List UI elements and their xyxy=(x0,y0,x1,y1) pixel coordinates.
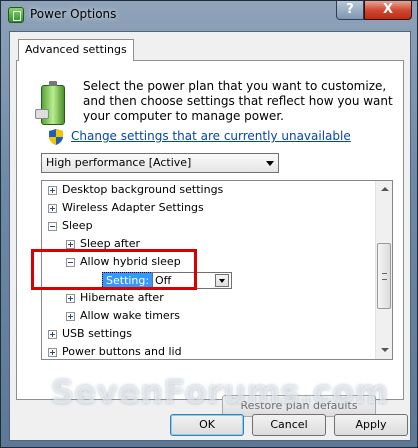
window-title: Power Options xyxy=(30,7,117,21)
ok-button[interactable]: OK xyxy=(170,414,244,436)
expand-icon[interactable] xyxy=(48,348,57,357)
window-frame: Power Options ? X Advanced settings Sele… xyxy=(0,0,418,448)
tree-item-label: Sleep xyxy=(62,219,93,232)
power-plan-select-value: High performance [Active] xyxy=(46,156,192,169)
expand-icon[interactable] xyxy=(48,330,57,339)
collapse-icon[interactable] xyxy=(48,222,57,231)
help-button[interactable]: ? xyxy=(336,1,364,20)
highlight-box xyxy=(31,249,197,290)
tab-advanced-settings[interactable]: Advanced settings xyxy=(18,39,134,61)
watermark: SevenForums.com xyxy=(51,373,389,411)
tab-pane: Select the power plan that you want to c… xyxy=(16,60,404,417)
power-options-icon xyxy=(8,7,24,23)
tree-scrollbar[interactable] xyxy=(375,181,392,359)
scrollbar-thumb[interactable] xyxy=(377,243,391,309)
tree-item-label: Desktop background settings xyxy=(62,183,224,196)
expand-icon[interactable] xyxy=(48,204,57,213)
uac-shield-icon xyxy=(49,129,63,145)
scroll-down-icon[interactable] xyxy=(376,342,392,359)
title-bar[interactable]: Power Options ? X xyxy=(1,1,417,31)
expand-icon[interactable] xyxy=(66,312,75,321)
tree-item-label: Power buttons and lid xyxy=(62,345,182,358)
tree-item-label: USB settings xyxy=(62,327,132,340)
power-plan-select[interactable]: High performance [Active] xyxy=(41,153,279,173)
chevron-down-icon[interactable] xyxy=(215,274,229,287)
change-unavailable-settings-link[interactable]: Change settings that are currently unava… xyxy=(71,129,351,143)
expand-icon[interactable] xyxy=(66,240,75,249)
intro-text: Select the power plan that you want to c… xyxy=(83,79,393,123)
cancel-button[interactable]: Cancel xyxy=(252,414,326,436)
close-button[interactable]: X xyxy=(364,1,412,20)
tree-item-label: Hibernate after xyxy=(80,291,164,304)
tree-item-label: Allow wake timers xyxy=(80,309,180,322)
battery-icon xyxy=(35,79,71,127)
tree-item-label: Wireless Adapter Settings xyxy=(62,201,204,214)
apply-button[interactable]: Apply xyxy=(334,414,408,436)
expand-icon[interactable] xyxy=(66,294,75,303)
scroll-up-icon[interactable] xyxy=(376,181,392,198)
chevron-down-icon xyxy=(266,161,274,166)
expand-icon[interactable] xyxy=(48,186,57,195)
